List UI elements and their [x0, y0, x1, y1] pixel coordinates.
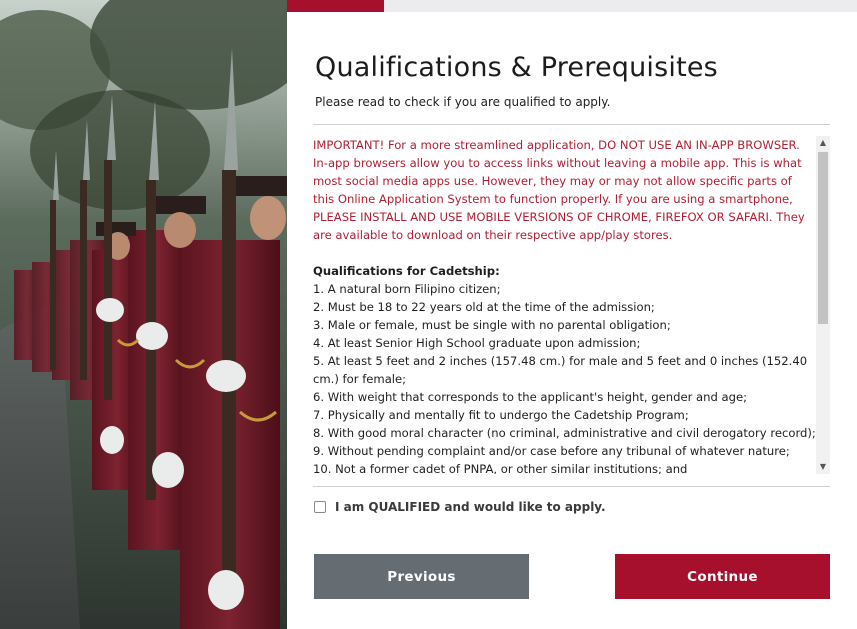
qualified-checkbox[interactable]: [314, 501, 326, 513]
in-app-browser-warning: IMPORTANT! For a more streamlined applic…: [313, 138, 805, 242]
qualification-item: 3. Male or female, must be single with n…: [313, 318, 671, 332]
qualification-item: 4. At least Senior High School graduate …: [313, 336, 641, 350]
qualification-item: 6. With weight that corresponds to the a…: [313, 390, 748, 404]
continue-button[interactable]: Continue: [615, 554, 830, 599]
qualifications-list: 1. A natural born Filipino citizen; 2. Mu…: [313, 280, 816, 474]
qualification-item: 2. Must be 18 to 22 years old at the tim…: [313, 300, 655, 314]
progress-track: [287, 0, 857, 12]
scroll-up-icon[interactable]: ▲: [816, 136, 830, 150]
progress-fill: [287, 0, 384, 12]
qualification-item: 9. Without pending complaint and/or case…: [313, 444, 790, 458]
scroll-down-icon[interactable]: ▼: [816, 460, 830, 474]
qualifications-heading: Qualifications for Cadetship:: [313, 264, 500, 278]
qualification-item: 5. At least 5 feet and 2 inches (157.48 …: [313, 354, 808, 386]
qualified-checkbox-label: I am QUALIFIED and would like to apply.: [335, 500, 606, 514]
page-title: Qualifications & Prerequisites: [315, 52, 718, 83]
qualification-panel: Qualifications & Prerequisites Please re…: [287, 0, 857, 629]
qualifications-scroll-area[interactable]: IMPORTANT! For a more streamlined applic…: [313, 136, 816, 474]
divider-top: [313, 124, 830, 125]
previous-button[interactable]: Previous: [314, 554, 529, 599]
scrollbar[interactable]: ▲ ▼: [816, 136, 830, 474]
qualification-item: 7. Physically and mentally fit to underg…: [313, 408, 689, 422]
qualification-item: 8. With good moral character (no crimina…: [313, 426, 816, 440]
qualification-item: 1. A natural born Filipino citizen;: [313, 282, 501, 296]
qualified-agreement[interactable]: I am QUALIFIED and would like to apply.: [314, 500, 606, 514]
page-subtitle: Please read to check if you are qualifie…: [315, 95, 611, 109]
cadets-photo-illustration: [0, 0, 287, 629]
qualification-item: 10. Not a former cadet of PNPA, or other…: [313, 462, 688, 474]
scroll-thumb[interactable]: [818, 152, 828, 324]
hero-photo: [0, 0, 287, 629]
divider-bottom: [313, 486, 830, 487]
